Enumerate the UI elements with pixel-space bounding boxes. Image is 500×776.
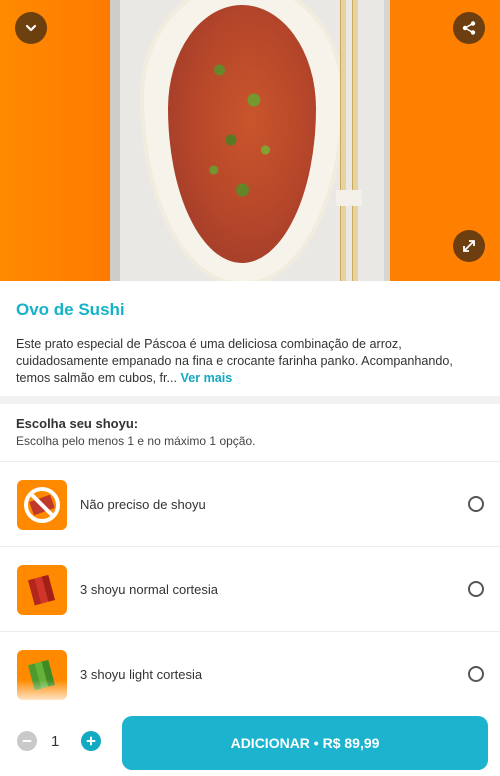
product-image [0, 0, 500, 281]
plus-icon [86, 736, 96, 746]
expand-image-button[interactable] [453, 230, 485, 262]
see-more-link[interactable]: Ver mais [180, 371, 232, 385]
product-title: Ovo de Sushi [16, 300, 125, 319]
expand-icon [463, 240, 475, 252]
option-label: 3 shoyu normal cortesia [80, 581, 219, 597]
options-group-subtitle: Escolha pelo menos 1 e no máximo 1 opção… [16, 434, 256, 448]
chopstick [340, 0, 346, 281]
decrease-quantity-button[interactable] [17, 731, 37, 751]
product-description: Este prato especial de Páscoa é uma deli… [16, 336, 484, 387]
shoyu-normal-icon [17, 565, 67, 615]
quantity-value: 1 [51, 733, 60, 750]
option-shoyu-normal[interactable]: 3 shoyu normal cortesia [0, 546, 500, 631]
options-group-title: Escolha seu shoyu: [16, 416, 139, 431]
share-icon [462, 21, 476, 35]
collapse-button[interactable] [15, 12, 47, 44]
option-label: Não preciso de shoyu [80, 496, 206, 512]
share-button[interactable] [453, 12, 485, 44]
chopstick [352, 0, 358, 281]
add-to-cart-label: ADICIONAR • R$ 89,99 [230, 735, 380, 751]
minus-icon [22, 740, 32, 742]
no-shoyu-icon [17, 480, 67, 530]
add-to-cart-button[interactable]: ADICIONAR • R$ 89,99 [122, 716, 488, 770]
option-radio[interactable] [468, 496, 484, 512]
chevron-down-icon [25, 24, 37, 32]
description-text: Este prato especial de Páscoa é uma deli… [16, 337, 453, 385]
section-divider [0, 396, 500, 404]
option-radio[interactable] [468, 581, 484, 597]
increase-quantity-button[interactable] [81, 731, 101, 751]
option-no-shoyu[interactable]: Não preciso de shoyu [0, 461, 500, 546]
